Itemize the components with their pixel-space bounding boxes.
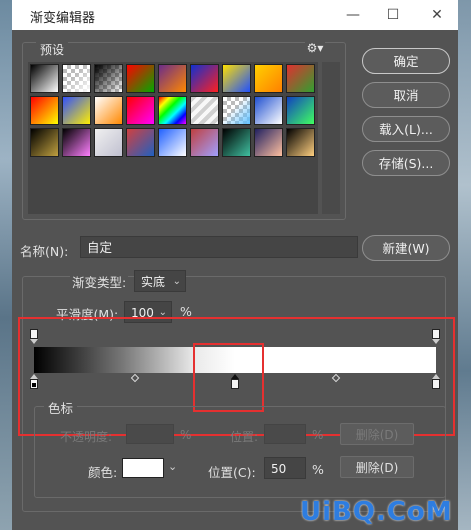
preset-swatch[interactable] [222,96,251,125]
desktop-background-left [0,0,12,530]
stops-label: 色标 [44,398,78,417]
opacity-location-unit: % [312,428,324,442]
opacity-input [126,424,174,444]
preset-swatch[interactable] [254,96,283,125]
gear-icon[interactable]: ⚙▾ [305,41,325,55]
preset-swatch[interactable] [30,96,59,125]
preset-swatch[interactable] [158,96,187,125]
gradient-type-label: 渐变类型: [70,272,129,291]
preset-swatch[interactable] [190,96,219,125]
minimize-button[interactable]: — [340,4,366,26]
delete-button[interactable]: 删除(D) [340,456,414,478]
preset-swatch[interactable] [30,64,59,93]
preset-swatch[interactable] [126,96,155,125]
preset-swatch[interactable] [286,96,315,125]
presets-label: 预设 [36,41,69,58]
presets-scrollbar[interactable] [322,62,340,214]
preset-swatch[interactable] [286,64,315,93]
opacity-location-label: 位置: [230,430,259,444]
location-unit: % [312,462,324,477]
preset-swatch[interactable] [222,128,251,157]
chevron-down-icon[interactable]: ⌄ [168,460,177,473]
location-label: 位置(C): [208,465,256,480]
chevron-down-icon: ⌄ [172,276,181,287]
highlight-stop [193,343,264,412]
load-button[interactable]: 载入(L)... [362,116,450,142]
new-button[interactable]: 新建(W) [362,235,450,261]
preset-swatch[interactable] [62,128,91,157]
preset-swatch[interactable] [126,64,155,93]
ok-button[interactable]: 确定 [362,48,450,74]
save-button[interactable]: 存储(S)... [362,150,450,176]
name-label: 名称(N): [20,244,69,259]
color-label: 颜色: [88,465,118,480]
preset-swatch[interactable] [158,64,187,93]
preset-swatch[interactable] [94,128,123,157]
gradient-type-value: 实底 [141,275,166,289]
maximize-button[interactable]: ☐ [380,4,406,26]
preset-swatch[interactable] [94,64,123,93]
cancel-button[interactable]: 取消 [362,82,450,108]
opacity-unit: % [180,428,192,442]
preset-swatch[interactable] [286,128,315,157]
opacity-location-input [264,424,306,444]
preset-swatch[interactable] [62,64,91,93]
preset-swatch[interactable] [190,64,219,93]
preset-swatch[interactable] [254,128,283,157]
preset-swatch[interactable] [126,128,155,157]
close-button[interactable]: ✕ [424,4,450,26]
preset-swatch[interactable] [254,64,283,93]
preset-swatch[interactable] [94,96,123,125]
preset-swatch[interactable] [62,96,91,125]
preset-swatch[interactable] [158,128,187,157]
window-title: 渐变编辑器 [30,11,96,26]
stops-group [34,406,446,498]
watermark: UiBQ.CoM [300,497,453,527]
preset-swatch[interactable] [190,128,219,157]
desktop-background-right [458,0,471,530]
location-input[interactable]: 50 [264,457,306,479]
gradient-type-select[interactable]: 实底 ⌄ [134,270,186,292]
name-field[interactable]: 自定 [80,236,358,258]
preset-swatch[interactable] [30,128,59,157]
preset-swatch[interactable] [222,64,251,93]
opacity-label: 不透明度: [60,430,113,444]
opacity-delete-button: 删除(D) [340,423,414,445]
stop-color-swatch[interactable] [122,458,164,478]
